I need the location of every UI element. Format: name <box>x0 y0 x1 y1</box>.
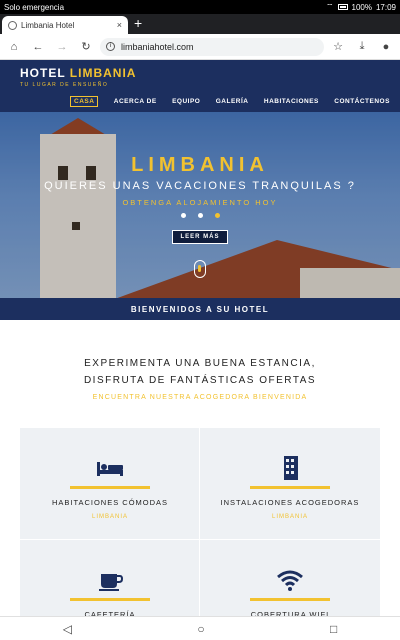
new-tab-button[interactable]: + <box>134 15 142 31</box>
feature-divider <box>250 486 330 489</box>
site-header: HOTEL LIMBANIA TU LUGAR DE ENSUEÑO CASA … <box>0 60 400 112</box>
nav-item-equipo[interactable]: EQUIPO <box>172 98 200 107</box>
forward-icon[interactable]: → <box>52 41 72 53</box>
status-left-text: Solo emergencia <box>4 2 65 12</box>
intro-line-3: ENCUENTRA NUESTRA ACOGEDORA BIENVENIDA <box>92 394 308 401</box>
back-nav-icon[interactable]: ◁ <box>63 622 72 636</box>
hero-subtitle: QUIERES UNAS VACACIONES TRANQUILAS ? <box>44 180 356 192</box>
intro-line-2: DISFRUTA DE FANTÁSTICAS OFERTAS <box>83 375 317 386</box>
nav-item-acerca[interactable]: ACERCA DE <box>114 98 157 107</box>
bed-icon <box>97 462 123 476</box>
hero-tagline: OBTENGA ALOJAMIENTO HOY <box>122 198 278 207</box>
feature-card[interactable]: HABITACIONES CÓMODAS LIMBANIA <box>20 428 200 540</box>
tab-title: Limbania Hotel <box>21 20 75 30</box>
feature-subtitle: LIMBANIA <box>271 514 308 520</box>
status-right: ⌔ 100% 17:09 <box>326 2 396 12</box>
slider-dot[interactable] <box>197 213 203 218</box>
coffee-icon <box>99 574 124 591</box>
hero-title: LIMBANIA <box>131 154 269 176</box>
home-nav-icon[interactable]: ○ <box>197 622 204 636</box>
status-bar: Solo emergencia ⌔ 100% 17:09 <box>0 0 400 14</box>
scroll-down-icon[interactable] <box>194 260 206 278</box>
url-text: limbaniahotel.com <box>121 41 194 52</box>
slider-dots <box>0 213 400 218</box>
brand-prefix: HOTEL <box>20 66 70 80</box>
welcome-band: BIENVENIDOS A SU HOTEL <box>0 298 400 320</box>
feature-divider <box>250 598 330 601</box>
read-more-button[interactable]: LEER MÁS <box>172 230 228 244</box>
nav-item-contactenos[interactable]: CONTÁCTENOS <box>334 98 390 107</box>
battery-level: 100% <box>351 2 372 12</box>
feature-divider <box>70 486 150 489</box>
intro-line-1: EXPERIMENTA UNA BUENA ESTANCIA, <box>84 358 316 369</box>
globe-icon <box>8 20 17 30</box>
feature-subtitle: LIMBANIA <box>91 514 128 520</box>
feature-title: INSTALACIONES ACOGEDORAS <box>220 498 360 507</box>
feature-card[interactable]: INSTALACIONES ACOGEDORAS LIMBANIA <box>200 428 380 540</box>
nav-item-galeria[interactable]: GALERÍA <box>216 98 249 107</box>
main-nav: CASA ACERCA DE EQUIPO GALERÍA HABITACION… <box>70 96 390 107</box>
site-logo[interactable]: HOTEL LIMBANIA <box>20 66 136 80</box>
android-nav-bar: ◁ ○ □ <box>0 616 400 640</box>
features-grid: HABITACIONES CÓMODAS LIMBANIA INSTALACIO… <box>20 428 380 640</box>
slider-dot[interactable] <box>180 213 186 218</box>
nav-item-habitaciones[interactable]: HABITACIONES <box>264 98 319 107</box>
site-tagline: TU LUGAR DE ENSUEÑO <box>20 82 109 88</box>
reload-icon[interactable]: ↻ <box>76 40 96 53</box>
close-tab-icon[interactable]: × <box>117 20 122 30</box>
back-icon[interactable]: ← <box>28 41 48 53</box>
star-icon[interactable]: ☆ <box>328 40 348 53</box>
building-icon <box>284 456 298 480</box>
brand-highlight: LIMBANIA <box>69 66 137 80</box>
nav-item-casa[interactable]: CASA <box>70 96 99 107</box>
recents-nav-icon[interactable]: □ <box>330 622 337 636</box>
wifi-status-icon: ⌔ <box>325 2 334 11</box>
browser-tab[interactable]: Limbania Hotel × <box>2 16 128 34</box>
wifi-icon <box>277 570 303 591</box>
slider-dot-active[interactable] <box>214 213 220 218</box>
feature-title: HABITACIONES CÓMODAS <box>51 498 169 507</box>
info-icon[interactable]: i <box>106 42 115 51</box>
alert-icon[interactable]: ● <box>376 41 396 53</box>
address-bar[interactable]: i limbaniahotel.com <box>100 37 324 56</box>
feature-divider <box>70 598 150 601</box>
battery-icon <box>337 4 348 10</box>
status-time: 17:09 <box>375 2 396 12</box>
download-icon[interactable]: ⤓ <box>352 40 372 53</box>
browser-toolbar: ⌂ ← → ↻ i limbaniahotel.com ☆ ⤓ ● <box>0 34 400 60</box>
tab-strip: Limbania Hotel × + <box>0 14 400 34</box>
home-icon[interactable]: ⌂ <box>4 41 24 53</box>
